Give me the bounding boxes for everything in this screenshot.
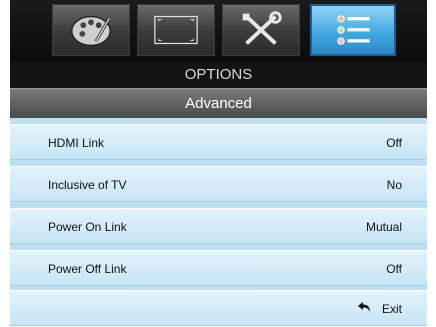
- exit-row[interactable]: Exit: [10, 290, 427, 326]
- row-label: Inclusive of TV: [48, 178, 127, 192]
- row-value: Off: [386, 136, 402, 150]
- row-label: Power On Link: [48, 220, 127, 234]
- osd-menu: OPTIONS Advanced HDMI Link Off Inclusive…: [0, 0, 436, 326]
- power-off-link-row[interactable]: Power Off Link Off: [10, 250, 427, 286]
- palette-icon: [71, 15, 111, 47]
- row-label: HDMI Link: [48, 136, 105, 150]
- options-list-icon: [337, 15, 370, 45]
- tools-icon: [242, 11, 282, 45]
- screen-frame-icon: [154, 15, 198, 45]
- tab-image[interactable]: [137, 4, 215, 56]
- power-on-link-row[interactable]: Power On Link Mutual: [10, 208, 427, 244]
- inclusive-of-tv-row[interactable]: Inclusive of TV No: [10, 166, 427, 202]
- tab-setup[interactable]: [222, 4, 300, 56]
- return-arrow-icon: [358, 302, 370, 312]
- row-value: Mutual: [365, 220, 402, 234]
- menu-title: OPTIONS: [10, 62, 427, 88]
- tab-options[interactable]: [310, 4, 396, 56]
- row-value: No: [386, 178, 402, 192]
- tab-bar: [10, 0, 427, 62]
- tab-display[interactable]: [52, 4, 130, 56]
- row-label: Power Off Link: [48, 262, 127, 276]
- exit-label: Exit: [381, 302, 402, 316]
- submenu-title: Advanced: [10, 88, 427, 118]
- settings-list: HDMI Link Off Inclusive of TV No Power O…: [10, 118, 427, 326]
- row-value: Off: [386, 262, 402, 276]
- hdmi-link-row[interactable]: HDMI Link Off: [10, 124, 427, 160]
